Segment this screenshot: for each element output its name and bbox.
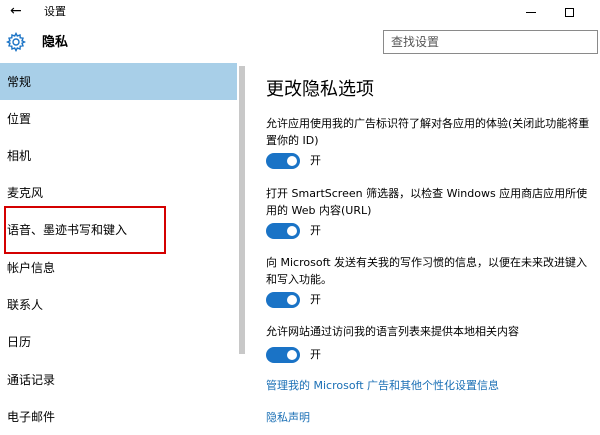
sidebar-item-label: 常规 — [7, 75, 32, 89]
sidebar-item-label: 帐户信息 — [7, 261, 56, 275]
sidebar-item-location[interactable]: 位置 — [0, 100, 237, 137]
sidebar-item-label: 日历 — [7, 335, 32, 349]
sidebar-item-general[interactable]: 常规 — [0, 63, 237, 100]
back-arrow-icon[interactable]: ← — [10, 2, 22, 20]
toggle-knob — [287, 226, 297, 236]
option-description: 打开 SmartScreen 筛选器，以检查 Windows 应用商店应用所使用… — [266, 187, 588, 217]
minimize-icon — [526, 11, 536, 13]
app-title: 设置 — [44, 5, 66, 18]
scrollbar-thumb[interactable] — [239, 66, 245, 354]
sidebar-item-camera[interactable]: 相机 — [0, 137, 237, 174]
toggle-knob — [287, 156, 297, 166]
sidebar-item-label: 电子邮件 — [7, 410, 56, 424]
search-input[interactable] — [391, 33, 591, 51]
sidebar-item-account-info[interactable]: 帐户信息 — [0, 249, 237, 286]
smartscreen-toggle[interactable] — [266, 223, 300, 239]
toggle-state-label: 开 — [310, 154, 321, 167]
maximize-button[interactable] — [546, 0, 592, 24]
section-title: 更改隐私选项 — [266, 79, 374, 100]
sidebar-item-label: 联系人 — [7, 298, 44, 312]
toggle-state-label: 开 — [310, 348, 321, 361]
sidebar-item-label: 麦克风 — [7, 186, 44, 200]
language-list-toggle[interactable] — [266, 347, 300, 363]
manage-ads-link[interactable]: 管理我的 Microsoft 广告和其他个性化设置信息 — [266, 378, 499, 394]
option-description: 向 Microsoft 发送有关我的写作习惯的信息，以便在未来改进键入和写入功能… — [266, 256, 588, 286]
advertising-id-toggle[interactable] — [266, 153, 300, 169]
maximize-icon — [564, 7, 574, 17]
option-description: 允许应用使用我的广告标识符了解对各应用的体验(关闭此功能将重置你的 ID) — [266, 117, 590, 147]
sidebar-item-label: 通话记录 — [7, 373, 56, 387]
title-bar: ← 设置 — [0, 0, 600, 24]
highlight-box — [4, 206, 166, 254]
toggle-knob — [287, 295, 297, 305]
sidebar-item-label: 位置 — [7, 112, 32, 126]
privacy-statement-link[interactable]: 隐私声明 — [266, 410, 310, 426]
search-box[interactable] — [383, 30, 598, 54]
toggle-state-label: 开 — [310, 293, 321, 306]
page-title: 隐私 — [42, 35, 69, 50]
toggle-state-label: 开 — [310, 224, 321, 237]
sidebar-item-email[interactable]: 电子邮件 — [0, 398, 237, 435]
sidebar-item-calendar[interactable]: 日历 — [0, 323, 237, 360]
gear-icon — [6, 32, 26, 52]
toggle-knob — [287, 350, 297, 360]
writing-habits-toggle[interactable] — [266, 292, 300, 308]
sidebar-item-call-history[interactable]: 通话记录 — [0, 361, 237, 398]
sidebar-item-contacts[interactable]: 联系人 — [0, 286, 237, 323]
sidebar-item-label: 相机 — [7, 149, 32, 163]
option-description: 允许网站通过访问我的语言列表来提供本地相关内容 — [266, 325, 519, 338]
